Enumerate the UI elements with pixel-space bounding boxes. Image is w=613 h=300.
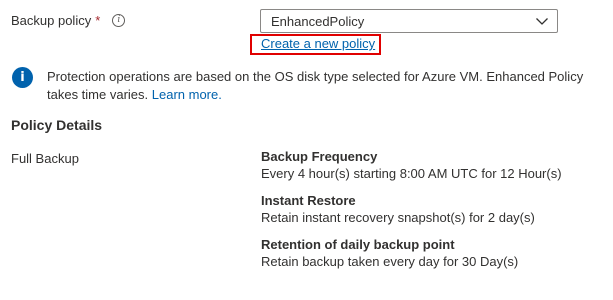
- required-marker: *: [95, 13, 101, 28]
- instant-restore-title: Instant Restore: [261, 193, 356, 208]
- info-filled-icon: i: [12, 67, 33, 88]
- info-outline-icon[interactable]: i: [112, 14, 126, 27]
- daily-retention-title: Retention of daily backup point: [261, 237, 455, 252]
- backup-policy-label-group: Backup policy * i: [11, 13, 126, 28]
- full-backup-label: Full Backup: [11, 151, 79, 166]
- info-banner-message: Protection operations are based on the O…: [47, 69, 584, 102]
- chevron-down-icon: [536, 18, 548, 25]
- instant-restore-text: Retain instant recovery snapshot(s) for …: [261, 210, 535, 225]
- backup-policy-panel: Backup policy * i EnhancedPolicy Create …: [0, 0, 613, 300]
- daily-retention-text: Retain backup taken every day for 30 Day…: [261, 254, 519, 269]
- backup-frequency-title: Backup Frequency: [261, 149, 378, 164]
- learn-more-link[interactable]: Learn more.: [152, 87, 222, 102]
- backup-policy-select[interactable]: EnhancedPolicy: [260, 9, 558, 33]
- backup-policy-selected-value: EnhancedPolicy: [271, 13, 365, 29]
- policy-details-heading: Policy Details: [11, 117, 103, 133]
- create-new-policy-link[interactable]: Create a new policy: [261, 36, 375, 51]
- backup-policy-label: Backup policy: [11, 13, 92, 28]
- backup-frequency-text: Every 4 hour(s) starting 8:00 AM UTC for…: [261, 166, 562, 181]
- info-banner-text: Protection operations are based on the O…: [47, 68, 613, 104]
